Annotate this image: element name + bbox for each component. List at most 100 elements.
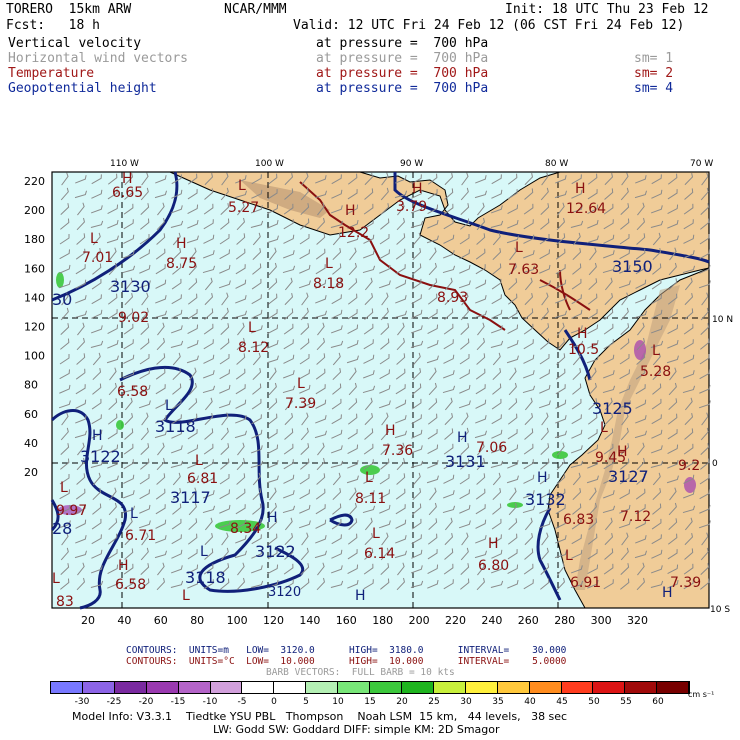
center-name: NCAR/MMM [224,2,287,17]
colorbar-swatch [82,682,115,693]
contour-info-temp: CONTOURS: UNITS=°C LOW= 10.000 HIGH= 10.… [126,656,567,667]
colorbar-swatch [561,682,594,693]
colorbar-swatch [465,682,498,693]
temp-label: 7.39 [285,396,316,412]
x-tick-label: 300 [591,614,612,627]
lon-label-70w: 70 W [690,159,713,169]
temp-label: 6.65 [112,185,143,201]
colorbar-label: -25 [106,697,122,707]
colorbar-label: 55 [620,697,632,707]
colorbar-label: 0 [271,697,277,707]
lon-label-80w: 80 W [545,159,568,169]
temp-label: 9.02 [118,310,149,326]
low-marker: L [195,453,203,469]
temp-label: 8.75 [166,256,197,272]
colorbar-label: 5 [303,697,309,707]
low-marker: L [182,588,190,604]
temp-label: 6.80 [478,558,509,574]
field-geopotential-height: Geopotential height [8,81,157,96]
x-tick-label: 240 [481,614,502,627]
temp-label: 6.58 [115,577,146,593]
temp-label: 7.12 [620,509,651,525]
colorbar-swatch [306,682,339,693]
field-vertical-velocity: Vertical velocity [8,36,142,51]
height-label: 3120 [268,585,301,600]
colorbar-swatch [242,682,275,693]
high-marker: H [575,181,586,197]
model-title: TORERO 15km ARW [6,2,132,17]
x-tick-label: 260 [518,614,539,627]
field-smoothing: sm= 1 [634,51,674,66]
temp-label: 9.97 [56,503,87,519]
lat-label-0: 0 [712,459,718,469]
temp-label: 10.5 [568,342,599,358]
contour-info-height: CONTOURS: UNITS=m LOW= 3120.0 HIGH= 3180… [126,645,567,656]
low-marker: L [200,544,208,560]
field-smoothing: sm= 2 [634,66,674,81]
y-tick-label: 20 [24,466,38,479]
low-marker: L [165,398,173,414]
valid-time: Valid: 12 UTC Fri 24 Feb 12 (06 CST Fri … [293,18,685,33]
field-level: at pressure = 700 hPa [316,36,489,51]
temp-label: 83 [56,594,74,610]
height-label: 3130 [110,277,151,296]
x-tick-label: 20 [81,614,95,627]
colorbar-swatch [178,682,211,693]
temp-label: 7.36 [382,443,413,459]
high-marker: H [577,326,588,342]
low-marker: L [90,231,98,247]
x-tick-label: 280 [554,614,575,627]
colorbar-swatch [210,682,243,693]
y-tick-label: 60 [24,408,38,421]
temp-label: 6.83 [563,512,594,528]
high-marker: H [662,585,673,601]
colorbar-label: 60 [652,697,664,707]
colorbar-label: -20 [138,697,154,707]
high-marker: H [488,536,499,552]
temp-label: 5.28 [640,364,671,380]
colorbar-swatch [338,682,371,693]
field-level: at pressure = 700 hPa [316,81,489,96]
y-tick-label: 40 [24,437,38,450]
y-tick-label: 180 [24,233,45,246]
low-marker: L [600,420,608,436]
lon-label-90w: 90 W [400,159,423,169]
field-smoothing: sm= 4 [634,81,674,96]
height-label: 3117 [170,488,211,507]
temp-label: 8.18 [313,276,344,292]
low-marker: L [365,470,373,486]
temp-label: 8.34 [230,521,261,537]
field-temperature: Temperature [8,66,95,81]
x-tick-label: 160 [336,614,357,627]
temp-label: 6.81 [187,471,218,487]
colorbar-swatch [593,682,626,693]
low-marker: L [52,571,60,587]
high-marker: H [385,423,396,439]
init-time: Init: 18 UTC Thu 23 Feb 12 [505,2,709,17]
lon-label-110w: 110 W [110,159,139,169]
colorbar-swatch [529,682,562,693]
high-marker: H [457,430,468,446]
y-tick-label: 100 [24,350,45,363]
colorbar-label: 30 [460,697,472,707]
temp-label: 6.71 [125,528,156,544]
low-marker: L [238,178,246,194]
temp-label: 8.11 [355,491,386,507]
colorbar-swatch [657,682,690,693]
height-label: 3150 [612,257,653,276]
height-label: 3118 [185,568,226,587]
x-tick-label: 100 [227,614,248,627]
high-marker: H [345,203,356,219]
high-marker: H [267,510,278,526]
field-level: at pressure = 700 hPa [316,66,489,81]
high-marker: H [412,181,423,197]
colorbar-label: -30 [74,697,90,707]
lat-label-10n: 10 N [712,315,733,325]
temp-label: 7.63 [508,262,539,278]
colorbar-swatch [274,682,307,693]
colorbar-swatch [401,682,434,693]
low-marker: L [248,320,256,336]
colorbar-swatch [114,682,147,693]
x-tick-label: 80 [190,614,204,627]
temp-label: 7.39 [670,575,701,591]
